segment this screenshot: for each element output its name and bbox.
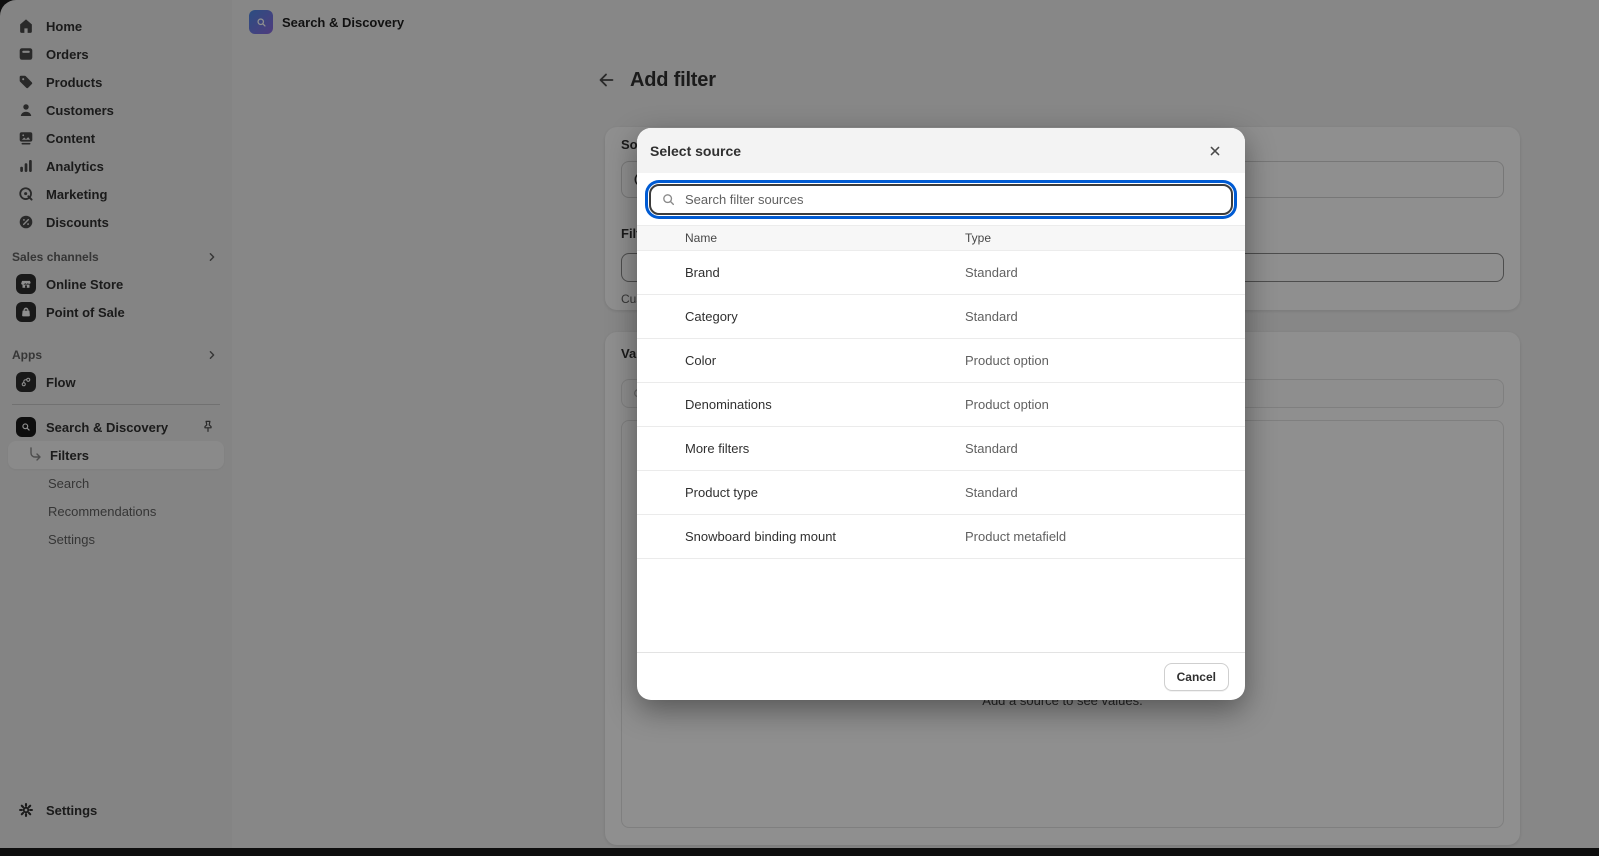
source-row-category[interactable]: Category Standard [637,295,1245,339]
source-name: Product type [637,485,965,500]
column-header-name: Name [637,231,965,245]
source-type: Standard [965,309,1245,324]
source-type: Product metafield [965,529,1245,544]
source-name: Category [637,309,965,324]
cancel-button[interactable]: Cancel [1164,663,1229,691]
shopify-admin-screen: Home Orders Products Customers [0,0,1599,856]
source-row-brand[interactable]: Brand Standard [637,251,1245,295]
filter-sources-search-input[interactable] [685,192,1222,207]
search-icon [660,191,677,208]
modal-search-section [637,173,1245,225]
source-type: Product option [965,353,1245,368]
source-name: Color [637,353,965,368]
source-type: Standard [965,441,1245,456]
source-row-color[interactable]: Color Product option [637,339,1245,383]
modal-empty-space [637,559,1245,652]
source-row-snowboard-binding-mount[interactable]: Snowboard binding mount Product metafiel… [637,515,1245,559]
select-source-modal: Select source Name Type Brand Standard C… [637,128,1245,700]
source-name: Snowboard binding mount [637,529,965,544]
table-header: Name Type [637,225,1245,251]
source-row-denominations[interactable]: Denominations Product option [637,383,1245,427]
source-type: Standard [965,265,1245,280]
close-icon[interactable] [1201,137,1229,165]
modal-footer: Cancel [637,652,1245,700]
source-name: Brand [637,265,965,280]
source-row-more-filters[interactable]: More filters Standard [637,427,1245,471]
source-name: Denominations [637,397,965,412]
modal-search-box [649,184,1233,215]
source-name: More filters [637,441,965,456]
modal-header: Select source [637,128,1245,173]
column-header-type: Type [965,231,1245,245]
modal-title: Select source [650,143,741,159]
source-row-product-type[interactable]: Product type Standard [637,471,1245,515]
source-type: Product option [965,397,1245,412]
source-type: Standard [965,485,1245,500]
